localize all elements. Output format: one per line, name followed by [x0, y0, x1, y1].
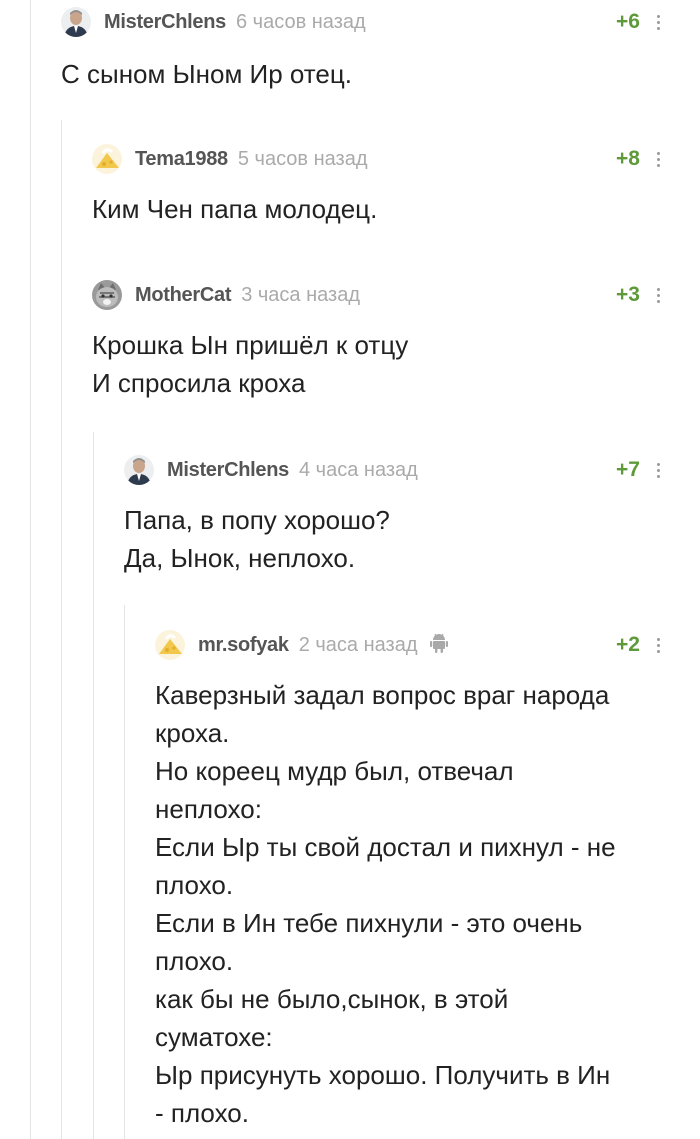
- comment-rating: +3: [616, 283, 640, 306]
- thread-line-2: [61, 120, 62, 1139]
- more-options-icon[interactable]: [656, 15, 660, 30]
- comment-text-line: неплохо:: [155, 794, 262, 824]
- comment-text-line: плохо.: [155, 946, 234, 976]
- comment-text-line: Но кореец мудр был, отвечал: [155, 756, 514, 786]
- cheese-avatar[interactable]: [155, 630, 185, 660]
- comment-text-line: Папа, в попу хорошо?: [124, 505, 390, 535]
- comment-text: С сыном Ыном Ир отец.: [61, 55, 352, 93]
- comment-time[interactable]: 6 часов назад: [236, 11, 366, 34]
- comment-author[interactable]: MisterChlens: [104, 11, 226, 34]
- comment-text-line: Ким Чен папа молодец.: [92, 194, 378, 224]
- comment-author[interactable]: MisterChlens: [167, 459, 289, 482]
- comment-text-line: Если в Ин тебе пихнули - это очень: [155, 908, 583, 938]
- more-options-icon[interactable]: [656, 152, 660, 167]
- comment-text-line: И спросила кроха: [92, 368, 306, 398]
- comment-text: Крошка Ын пришёл к отцу И спросила кроха: [92, 326, 408, 402]
- comment-text-line: - плохо.: [155, 1098, 249, 1128]
- comment-author[interactable]: Tema1988: [135, 148, 228, 171]
- man-avatar[interactable]: [61, 7, 91, 37]
- comment-text-line: суматохе:: [155, 1022, 273, 1052]
- more-options-icon[interactable]: [656, 638, 660, 653]
- comment-time[interactable]: 2 часа назад: [299, 634, 418, 657]
- more-options-icon[interactable]: [656, 288, 660, 303]
- cat-avatar[interactable]: [92, 280, 122, 310]
- comment-text: Ким Чен папа молодец.: [92, 190, 377, 228]
- comment-rating: +6: [616, 10, 640, 33]
- comment-text-line: Ыр присунуть хорошо. Получить в Ин: [155, 1060, 611, 1090]
- thread-line-1: [30, 0, 31, 1139]
- comment-text-line: Крошка Ын пришёл к отцу: [92, 330, 409, 360]
- thread-line-3: [93, 432, 94, 1139]
- comment-text-line: Каверзный задал вопрос враг народа: [155, 680, 610, 710]
- comment-time[interactable]: 3 часа назад: [241, 284, 360, 307]
- comment-rating: +7: [616, 458, 640, 481]
- comment-author[interactable]: mr.sofyak: [198, 634, 289, 657]
- comment-text-line: как бы не было,сынок, в этой: [155, 984, 509, 1014]
- comment-text-line: С сыном Ыном Ир отец.: [61, 59, 352, 89]
- comment-time[interactable]: 4 часа назад: [299, 459, 418, 482]
- comment-text-line: Да, Ынок, неплохо.: [124, 543, 356, 573]
- comment-rating: +8: [616, 147, 640, 170]
- thread-line-4: [124, 605, 125, 1139]
- comment-author[interactable]: MotherCat: [135, 284, 231, 307]
- comment-text-line: Если Ыр ты свой достал и пихнул - не: [155, 832, 616, 862]
- more-options-icon[interactable]: [656, 463, 660, 478]
- comment-text-line: плохо.: [155, 870, 234, 900]
- comment-rating: +2: [616, 633, 640, 656]
- man-avatar[interactable]: [124, 455, 154, 485]
- comment-text: Папа, в попу хорошо? Да, Ынок, неплохо.: [124, 501, 390, 577]
- cheese-avatar[interactable]: [92, 144, 122, 174]
- comment-text-line: кроха.: [155, 718, 230, 748]
- comment-text: Каверзный задал вопрос враг народа кроха…: [155, 676, 616, 1132]
- comment-time[interactable]: 5 часов назад: [238, 148, 368, 171]
- android-icon: [429, 633, 448, 658]
